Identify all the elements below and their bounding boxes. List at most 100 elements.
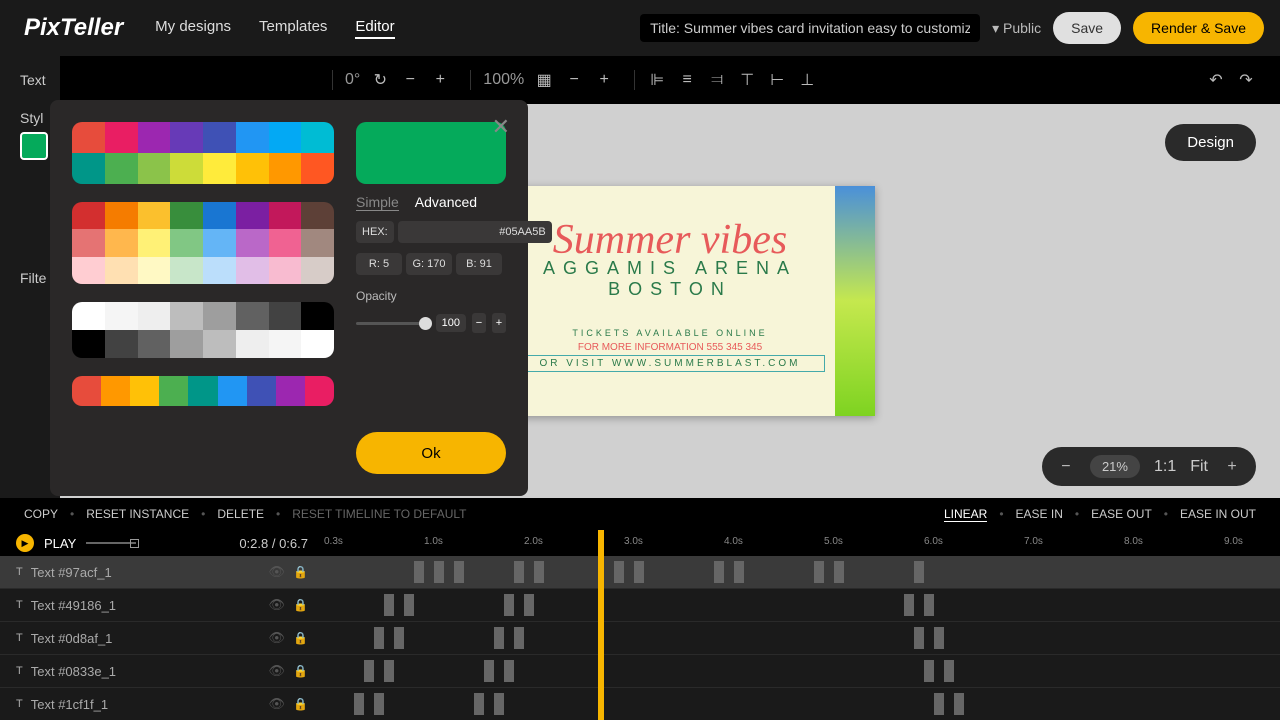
swatch[interactable] — [203, 202, 236, 229]
plus-icon[interactable]: + — [594, 70, 614, 90]
swatch[interactable] — [203, 302, 236, 330]
swatch[interactable] — [269, 202, 302, 229]
close-icon[interactable]: ✕ — [492, 114, 510, 140]
keyframe[interactable] — [914, 627, 924, 649]
palette-accent[interactable] — [72, 376, 334, 406]
swatch[interactable] — [305, 376, 334, 406]
track-row[interactable]: TText #0833e_1👁🔒 — [0, 655, 1280, 688]
track-keyframes[interactable] — [324, 688, 1280, 720]
keyframe[interactable] — [404, 594, 414, 616]
lock-icon[interactable]: 🔒 — [293, 697, 308, 711]
swatch[interactable] — [170, 153, 203, 184]
r-input[interactable]: R: 5 — [356, 253, 402, 275]
track-row[interactable]: TText #97acf_1👁🔒 — [0, 556, 1280, 589]
track-header[interactable]: TText #49186_1👁🔒 — [0, 597, 324, 613]
swatch[interactable] — [301, 330, 334, 358]
swatch[interactable] — [301, 202, 334, 229]
sidebar-filter[interactable]: Filte — [20, 270, 40, 286]
swatch[interactable] — [203, 330, 236, 358]
keyframe[interactable] — [634, 561, 644, 583]
card-title[interactable]: Summer vibes — [515, 216, 825, 264]
swatch[interactable] — [105, 229, 138, 256]
track-header[interactable]: TText #1cf1f_1👁🔒 — [0, 696, 324, 712]
hex-input[interactable] — [398, 221, 552, 243]
eye-icon[interactable]: 👁 — [269, 630, 286, 646]
swatch[interactable] — [72, 229, 105, 256]
align-center-icon[interactable]: ≡ — [677, 70, 697, 90]
swatch[interactable] — [170, 202, 203, 229]
keyframe[interactable] — [534, 561, 544, 583]
swatch[interactable] — [301, 153, 334, 184]
keyframe[interactable] — [924, 594, 934, 616]
swatch[interactable] — [236, 229, 269, 256]
action-delete[interactable]: DELETE — [217, 507, 264, 521]
card-line3[interactable]: OR VISIT WWW.SUMMERBLAST.COM — [515, 355, 825, 372]
swatch[interactable] — [105, 330, 138, 358]
keyframe[interactable] — [834, 561, 844, 583]
opacity-plus[interactable]: + — [492, 313, 506, 333]
swatch[interactable] — [138, 229, 171, 256]
swatch[interactable] — [301, 122, 334, 153]
opacity-slider[interactable] — [356, 322, 430, 325]
opacity-value[interactable]: 100 — [436, 314, 466, 332]
keyframe[interactable] — [514, 627, 524, 649]
keyframe[interactable] — [414, 561, 424, 583]
rotate-icon[interactable]: ↻ — [370, 70, 390, 90]
swatch[interactable] — [269, 302, 302, 330]
keyframe[interactable] — [814, 561, 824, 583]
swatch[interactable] — [101, 376, 130, 406]
keyframe[interactable] — [374, 693, 384, 715]
keyframe[interactable] — [494, 627, 504, 649]
keyframe[interactable] — [454, 561, 464, 583]
keyframe[interactable] — [944, 660, 954, 682]
swatch[interactable] — [72, 202, 105, 229]
easing-ease-in[interactable]: EASE IN — [1016, 507, 1063, 522]
b-input[interactable]: B: 91 — [456, 253, 502, 275]
track-keyframes[interactable] — [324, 589, 1280, 621]
action-reset-instance[interactable]: RESET INSTANCE — [86, 507, 189, 521]
swatch[interactable] — [170, 229, 203, 256]
redo-icon[interactable]: ↷ — [1236, 70, 1256, 90]
swatch[interactable] — [105, 153, 138, 184]
keyframe[interactable] — [374, 627, 384, 649]
tab-simple[interactable]: Simple — [356, 194, 399, 211]
keyframe[interactable] — [904, 594, 914, 616]
palette-vivid[interactable] — [72, 122, 334, 184]
swatch[interactable] — [159, 376, 188, 406]
track-keyframes[interactable] — [324, 655, 1280, 687]
swatch[interactable] — [138, 330, 171, 358]
keyframe[interactable] — [484, 660, 494, 682]
swatch[interactable] — [170, 330, 203, 358]
lock-icon[interactable]: 🔒 — [293, 598, 308, 612]
swatch[interactable] — [72, 376, 101, 406]
sidebar-style[interactable]: Styl — [20, 110, 40, 160]
play-button[interactable]: ▶ — [16, 534, 34, 552]
keyframe[interactable] — [364, 660, 374, 682]
lock-icon[interactable]: 🔒 — [293, 664, 308, 678]
swatch[interactable] — [301, 229, 334, 256]
design-mode-chip[interactable]: Design — [1165, 124, 1256, 161]
keyframe[interactable] — [734, 561, 744, 583]
keyframe[interactable] — [524, 594, 534, 616]
minus-icon[interactable]: − — [564, 70, 584, 90]
swatch[interactable] — [301, 302, 334, 330]
keyframe[interactable] — [614, 561, 624, 583]
lock-icon[interactable]: 🔒 — [293, 565, 308, 579]
keyframe[interactable] — [924, 660, 934, 682]
swatch[interactable] — [203, 122, 236, 153]
keyframe[interactable] — [934, 693, 944, 715]
progress-bar[interactable] — [86, 542, 136, 544]
save-button[interactable]: Save — [1053, 12, 1121, 44]
swatch[interactable] — [203, 257, 236, 284]
swatch[interactable] — [130, 376, 159, 406]
swatch[interactable] — [72, 122, 105, 153]
swatch[interactable] — [138, 122, 171, 153]
eye-icon[interactable]: 👁 — [269, 696, 286, 712]
swatch[interactable] — [72, 330, 105, 358]
palette-gray[interactable] — [72, 302, 334, 358]
swatch[interactable] — [72, 257, 105, 284]
nav-editor[interactable]: Editor — [355, 18, 394, 39]
swatch[interactable] — [247, 376, 276, 406]
swatch[interactable] — [301, 257, 334, 284]
keyframe[interactable] — [384, 594, 394, 616]
